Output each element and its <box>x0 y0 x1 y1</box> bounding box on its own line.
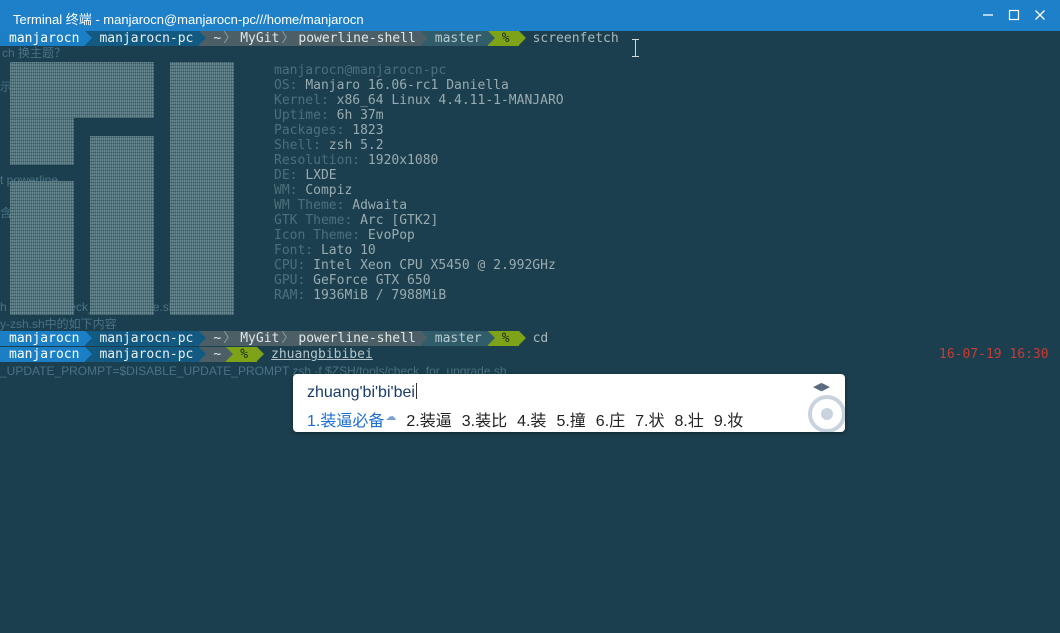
cloud-icon: ☁ <box>385 411 397 423</box>
ime-candidate-window[interactable]: zhuang'bi'bi'bei ◀▶ 1.装逼必备☁ 2.装逼 3.装比 4.… <box>293 374 845 432</box>
system-info: manjarocn@manjarocn-pc OS: Manjaro 16.06… <box>274 63 564 303</box>
info-value: Adwaita <box>352 198 408 213</box>
prompt-timestamp: 16-07-19 16:30 <box>939 347 1049 362</box>
prompt-line: manjarocn manjarocn-pc ~ % zhuangbibibei <box>0 347 373 362</box>
info-key: Shell: <box>274 138 329 153</box>
user-host-label: manjarocn@manjarocn-pc <box>274 63 447 78</box>
prompt-branch-segment: master <box>420 331 495 346</box>
prompt-branch-segment: master <box>420 31 495 46</box>
terminal-area[interactable]: ch 换主题？ 示 t powerline 含 h aro -zsh check… <box>0 31 1060 633</box>
prompt-path-segment: ~ 〉 MyGit 〉 powerline-shell <box>199 331 428 346</box>
distro-logo-block <box>90 136 154 315</box>
path-separator-icon: 〉 <box>223 31 237 46</box>
close-button[interactable] <box>1027 3 1053 27</box>
command-input[interactable]: zhuangbibibei <box>257 347 373 362</box>
info-value: x86_64 Linux 4.4.11-1-MANJARO <box>336 93 564 108</box>
ime-candidate[interactable]: 7.状 <box>635 407 664 431</box>
info-key: Font: <box>274 243 321 258</box>
distro-logo-block <box>10 181 74 315</box>
info-key: Resolution: <box>274 153 368 168</box>
prompt-host-segment: manjarocn-pc <box>85 347 207 362</box>
info-key: CPU: <box>274 258 314 273</box>
text-cursor-icon <box>632 39 639 57</box>
prompt-user-segment: manjarocn <box>0 347 93 362</box>
info-key: RAM: <box>274 288 314 303</box>
info-value: zsh 5.2 <box>328 138 384 153</box>
ime-candidate[interactable]: 5.撞 <box>556 407 585 431</box>
prompt-user-segment: manjarocn <box>0 331 93 346</box>
maximize-button[interactable] <box>1001 3 1027 27</box>
info-value: Lato 10 <box>320 243 376 258</box>
ime-pinyin-input[interactable]: zhuang'bi'bi'bei <box>307 383 417 402</box>
info-key: WM Theme: <box>274 198 353 213</box>
ime-candidate[interactable]: 1.装逼必备☁ <box>307 407 396 431</box>
background-bleed-text: ch 换主题？ <box>2 46 67 60</box>
info-value: 1920x1080 <box>367 153 439 168</box>
ime-candidate[interactable]: 2.装逼 <box>406 407 451 431</box>
ime-candidate[interactable]: 6.庄 <box>596 407 625 431</box>
path-separator-icon: 〉 <box>223 331 237 346</box>
prompt-host-segment: manjarocn-pc <box>85 331 207 346</box>
prompt-path-segment: ~ 〉 MyGit 〉 powerline-shell <box>199 31 428 46</box>
ime-candidate-list: 1.装逼必备☁ 2.装逼 3.装比 4.装 5.撞 6.庄 7.状 8.壮 9.… <box>307 407 743 431</box>
prompt-user-segment: manjarocn <box>0 31 93 46</box>
info-value: Compiz <box>305 183 353 198</box>
info-key: GTK Theme: <box>274 213 361 228</box>
terminal-window: Terminal 终端 - manjarocn@manjarocn-pc///h… <box>0 0 1060 633</box>
distro-logo-block <box>170 62 234 315</box>
background-bleed-text: y-zsh.sh中的如下内容 <box>0 317 117 331</box>
title-bar[interactable]: Terminal 终端 - manjarocn@manjarocn-pc///h… <box>0 0 1060 31</box>
prompt-host-segment: manjarocn-pc <box>85 31 207 46</box>
command-text: screenfetch <box>532 31 619 46</box>
info-key: WM: <box>274 183 306 198</box>
info-value: 1936MiB / 7988MiB <box>313 288 447 303</box>
distro-logo-block <box>10 62 154 118</box>
info-value: 6h 37m <box>336 108 384 123</box>
ime-candidate[interactable]: 4.装 <box>517 407 546 431</box>
prompt-line: manjarocn manjarocn-pc ~ 〉 MyGit 〉 powerline… <box>0 331 548 346</box>
path-separator-icon: 〉 <box>281 331 295 346</box>
info-value: EvoPop <box>367 228 415 243</box>
info-key: OS: <box>274 78 306 93</box>
maximize-icon <box>1008 9 1020 21</box>
info-value: LXDE <box>305 168 337 183</box>
info-value: GeForce GTX 650 <box>313 273 431 288</box>
info-key: Packages: <box>274 123 353 138</box>
minimize-icon <box>983 14 993 16</box>
info-key: Kernel: <box>274 93 337 108</box>
distro-logo-block <box>10 118 74 165</box>
info-value: Intel Xeon CPU X5450 @ 2.992GHz <box>313 258 556 273</box>
minimize-button[interactable] <box>975 3 1001 27</box>
info-key: DE: <box>274 168 306 183</box>
prompt-line: manjarocn manjarocn-pc ~ 〉 MyGit 〉 powerline… <box>0 31 619 46</box>
ime-candidate[interactable]: 3.装比 <box>462 407 507 431</box>
close-icon <box>1035 10 1045 20</box>
info-value: 1823 <box>352 123 384 138</box>
info-key: Icon Theme: <box>274 228 368 243</box>
info-value: Arc [GTK2] <box>360 213 439 228</box>
info-key: Uptime: <box>274 108 337 123</box>
path-separator-icon: 〉 <box>281 31 295 46</box>
ime-candidate[interactable]: 8.壮 <box>675 407 704 431</box>
info-key: GPU: <box>274 273 314 288</box>
window-title: Terminal 终端 - manjarocn@manjarocn-pc///h… <box>13 12 364 27</box>
ime-logo-icon <box>808 395 845 432</box>
ime-candidate[interactable]: 9.妆 <box>714 407 743 431</box>
info-value: Manjaro 16.06-rc1 Daniella <box>305 78 509 93</box>
